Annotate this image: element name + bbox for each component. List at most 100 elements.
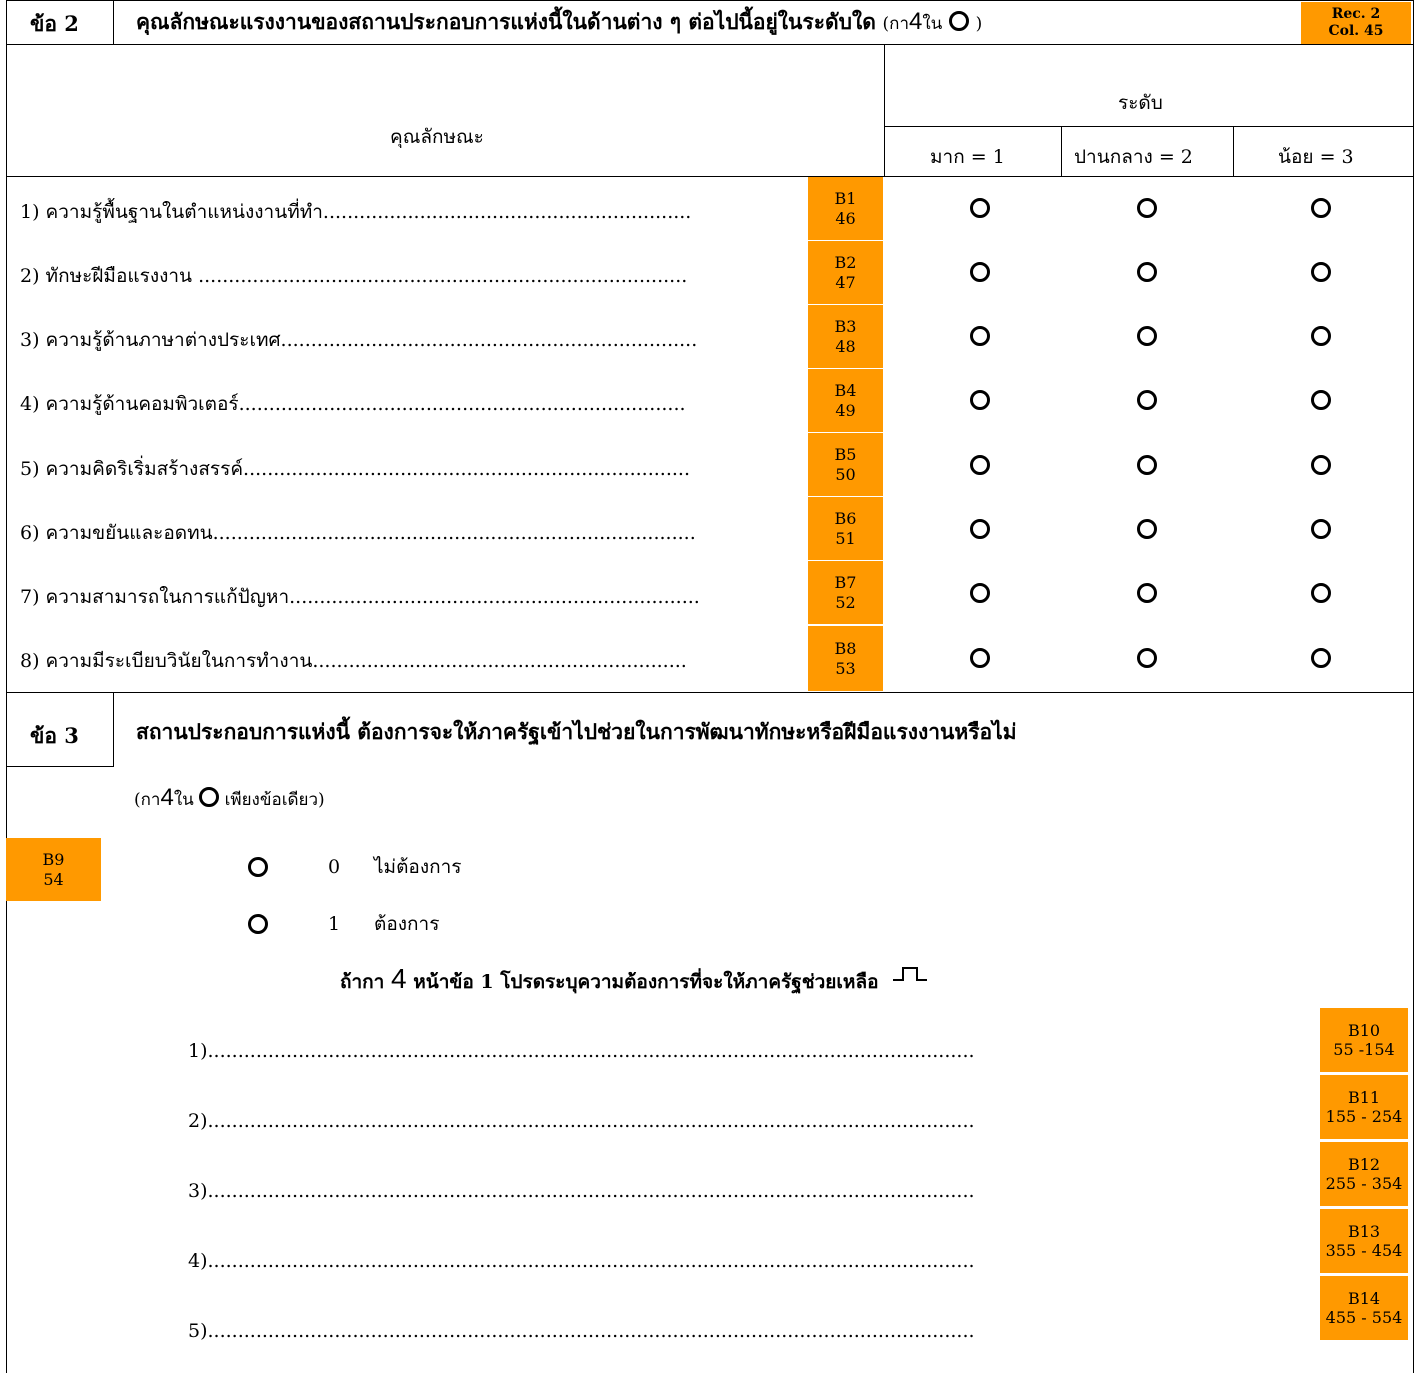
rec-col-badge: Rec. 2 Col. 45: [1301, 2, 1411, 44]
followup-text: หน้าข้อ 1 โปรดระบุความต้องการที่จะให้ภาค…: [413, 971, 879, 993]
q3-code: B9 54: [6, 838, 101, 901]
q2-col-header: คุณลักษณะ: [390, 126, 484, 148]
row-7-code: B7 52: [808, 561, 883, 624]
row-8-level-3-radio[interactable]: [1311, 648, 1331, 668]
row-4-level-2-radio[interactable]: [1137, 390, 1157, 410]
row-1-level-1-radio[interactable]: [970, 198, 990, 218]
q2-title: คุณลักษณะแรงงานของสถานประกอบการแห่งนี้ใน…: [136, 9, 876, 34]
q2-instruction-in: ใน: [922, 14, 943, 34]
row-1-level-3-radio[interactable]: [1311, 198, 1331, 218]
row-1-level-2-radio[interactable]: [1137, 198, 1157, 218]
row-3-code-col: 48: [835, 336, 856, 356]
row-3-level-3-radio[interactable]: [1311, 326, 1331, 346]
answer-line-5[interactable]: 5)......................................…: [188, 1320, 1176, 1342]
q3-instruction: (กา4ใน เพียงข้อเดียว): [134, 784, 325, 813]
row-7-code-b: B7: [834, 573, 857, 593]
row-4-level-3-radio[interactable]: [1311, 390, 1331, 410]
row-8-code: B8 53: [808, 626, 883, 691]
row-5-level-3-radio[interactable]: [1311, 455, 1331, 475]
followup-prefix: ถ้ากา: [340, 971, 385, 993]
col-label: Col. 45: [1328, 23, 1384, 39]
option-1-radio[interactable]: [248, 914, 268, 934]
row-4-label: 4) ความรู้ด้านคอมพิวเตอร์...............…: [20, 393, 686, 415]
answer-code-1-col: 55 -154: [1333, 1040, 1395, 1059]
row-3-code-b: B3: [834, 317, 857, 337]
row-2-level-3-radio[interactable]: [1311, 262, 1331, 282]
row-2-level-1-radio[interactable]: [970, 262, 990, 282]
row-1-code-b: B1: [834, 189, 857, 209]
row-6-code-col: 51: [835, 528, 856, 548]
answer-code-5-col: 455 - 554: [1325, 1308, 1403, 1327]
row-6-level-2-radio[interactable]: [1137, 519, 1157, 539]
answer-code-5: B14 455 - 554: [1320, 1276, 1408, 1340]
answer-code-4-col: 355 - 454: [1325, 1241, 1403, 1260]
down-arrow-icon: [893, 967, 928, 981]
row-6-label: 6) ความขยันและอดทน......................…: [20, 522, 696, 544]
circle-icon: [948, 11, 969, 31]
row-2-code-col: 47: [835, 272, 856, 292]
q2-instruction-suffix: ): [975, 14, 983, 34]
q3-title: สถานประกอบการแห่งนี้ ต้องการจะให้ภาครัฐเ…: [136, 719, 1017, 744]
answer-code-3-col: 255 - 354: [1325, 1174, 1403, 1193]
answer-line-3[interactable]: 3)......................................…: [188, 1180, 1176, 1202]
row-5-level-1-radio[interactable]: [970, 455, 990, 475]
answer-code-4-b: B13: [1347, 1221, 1381, 1241]
row-1-code-col: 46: [835, 208, 856, 228]
row-7-level-2-radio[interactable]: [1137, 583, 1157, 603]
row-4-code: B4 49: [808, 369, 883, 432]
row-2-label: 2) ทักษะฝีมือแรงงาน ....................…: [20, 265, 688, 287]
answer-line-2[interactable]: 2)......................................…: [188, 1110, 1176, 1132]
row-5-code: B5 50: [808, 433, 883, 496]
answer-code-1: B10 55 -154: [1320, 1008, 1408, 1072]
row-8-code-b: B8: [834, 639, 857, 659]
row-6-level-1-radio[interactable]: [970, 519, 990, 539]
row-1-label: 1) ความรู้พื้นฐานในตำแหน่งงานที่ทำ......…: [20, 201, 692, 223]
row-1-code: B1 46: [808, 177, 883, 240]
option-0-value: 0: [328, 856, 341, 878]
answer-code-4: B13 355 - 454: [1320, 1209, 1408, 1273]
circle-icon: [199, 787, 220, 807]
q2-title-line: คุณลักษณะแรงงานของสถานประกอบการแห่งนี้ใน…: [136, 6, 982, 39]
row-8-level-1-radio[interactable]: [970, 648, 990, 668]
row-6-code-b: B6: [834, 509, 857, 529]
answer-code-2-b: B11: [1347, 1087, 1381, 1107]
q3-instruction-mark: 4: [160, 784, 174, 811]
answer-code-2-col: 155 - 254: [1325, 1107, 1403, 1126]
row-7-code-col: 52: [835, 592, 856, 612]
row-4-level-1-radio[interactable]: [970, 390, 990, 410]
row-6-level-3-radio[interactable]: [1311, 519, 1331, 539]
answer-code-2: B11 155 - 254: [1320, 1075, 1408, 1139]
q2-level-header: ระดับ: [1118, 92, 1163, 114]
option-0-radio[interactable]: [248, 857, 268, 877]
q3-instruction-suffix: เพียงข้อเดียว): [224, 790, 325, 810]
row-8-label: 8) ความมีระเบียบวินัยในการทำงาน.........…: [20, 650, 687, 672]
q2-instruction-prefix: (กา: [882, 14, 910, 34]
option-0-label: ไม่ต้องการ: [374, 856, 462, 878]
row-7-level-3-radio[interactable]: [1311, 583, 1331, 603]
answer-code-3-b: B12: [1347, 1154, 1381, 1174]
followup-mark: 4: [390, 963, 407, 994]
row-2-code-b: B2: [834, 253, 857, 273]
row-8-level-2-radio[interactable]: [1137, 648, 1157, 668]
rec-label: Rec. 2: [1331, 6, 1381, 23]
row-8-code-col: 53: [835, 658, 856, 678]
q3-followup: ถ้ากา 4 หน้าข้อ 1 โปรดระบุความต้องการที่…: [340, 963, 931, 997]
row-3-level-2-radio[interactable]: [1137, 326, 1157, 346]
row-7-level-1-radio[interactable]: [970, 583, 990, 603]
level-1-header: มาก = 1: [930, 146, 1005, 168]
row-3-level-1-radio[interactable]: [970, 326, 990, 346]
answer-line-1[interactable]: 1)......................................…: [188, 1040, 1176, 1062]
q3-code-col: 54: [43, 869, 64, 889]
row-2-level-2-radio[interactable]: [1137, 262, 1157, 282]
row-3-code: B3 48: [808, 305, 883, 368]
answer-code-3: B12 255 - 354: [1320, 1142, 1408, 1206]
q2-instruction-mark: 4: [909, 8, 923, 35]
answer-code-5-b: B14: [1347, 1288, 1381, 1308]
option-1-label: ต้องการ: [374, 913, 440, 935]
q3-instruction-in: ใน: [173, 790, 194, 810]
q3-code-b: B9: [42, 850, 65, 870]
answer-line-4[interactable]: 4)......................................…: [188, 1250, 1176, 1272]
row-5-level-2-radio[interactable]: [1137, 455, 1157, 475]
q3-instruction-prefix: (กา: [134, 790, 161, 810]
level-2-header: ปานกลาง = 2: [1074, 146, 1193, 168]
